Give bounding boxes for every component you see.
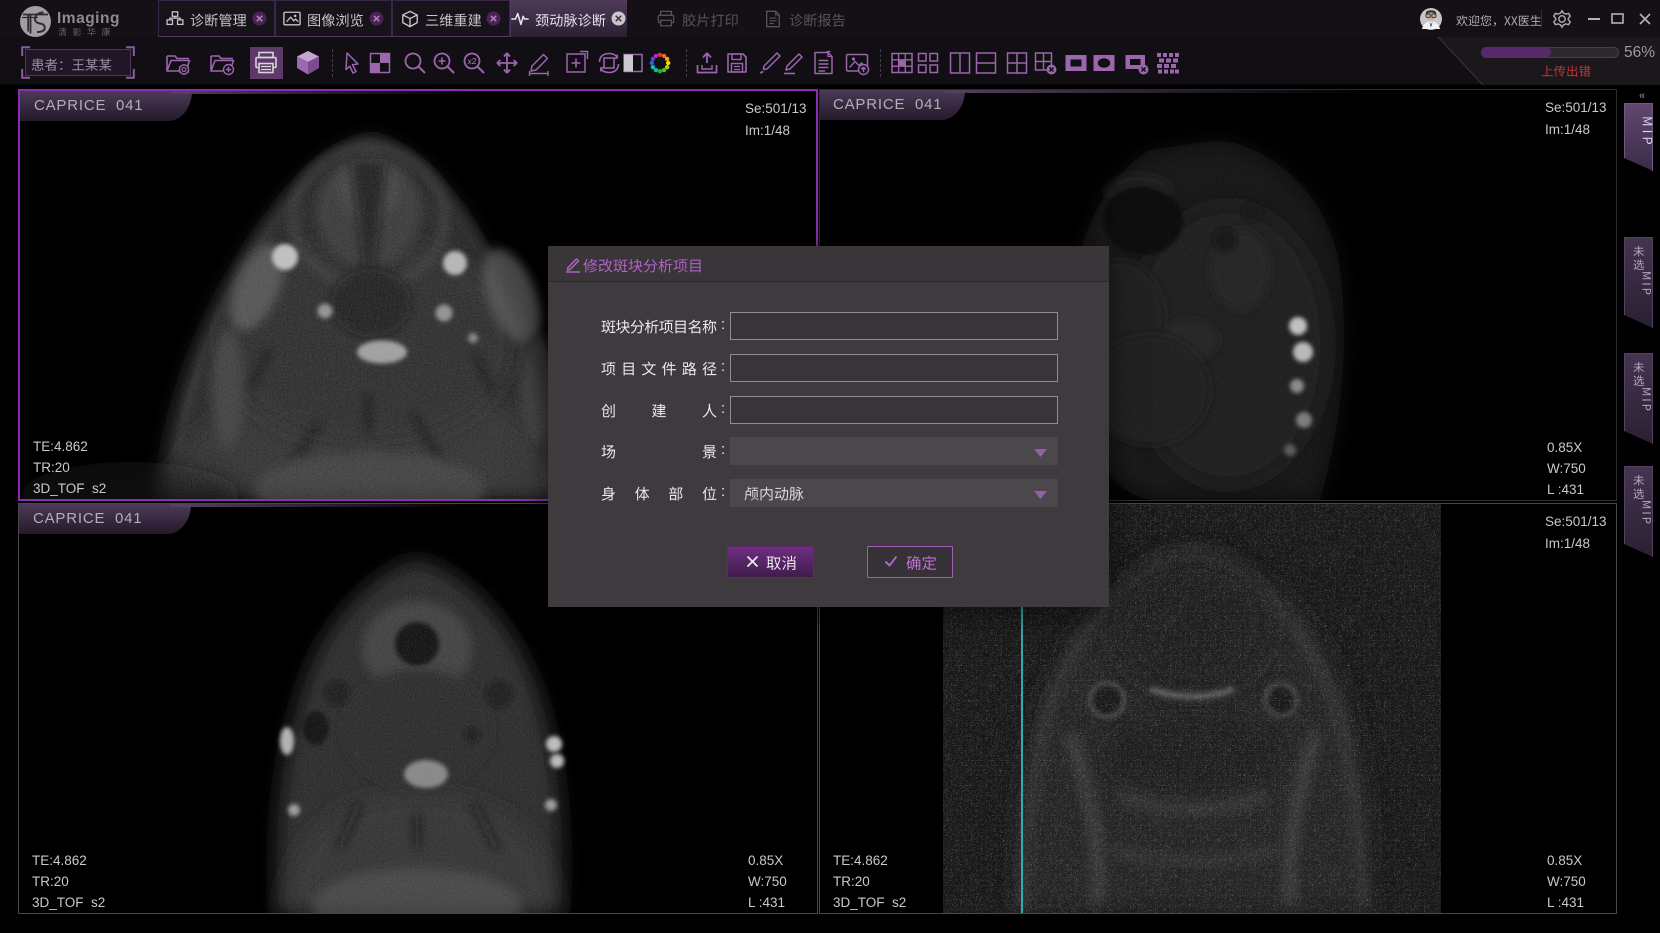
svg-text:x2: x2 — [468, 56, 477, 66]
